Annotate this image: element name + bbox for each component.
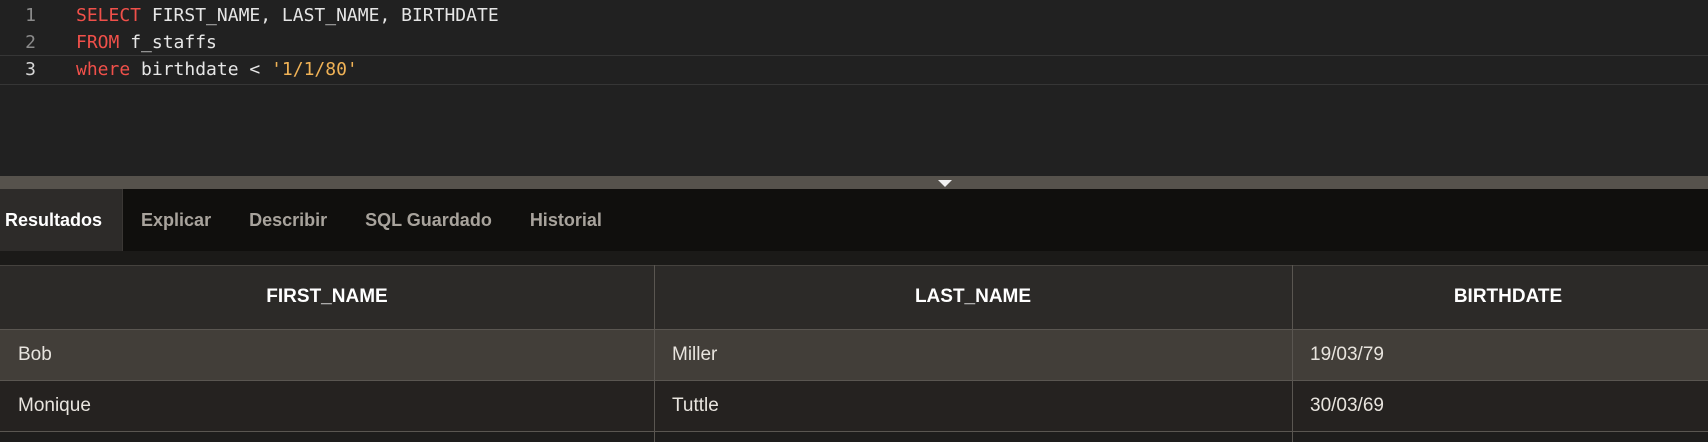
tab-historial[interactable]: Historial: [511, 189, 621, 251]
keyword-token: SELECT: [76, 5, 142, 26]
results-table: FIRST_NAME LAST_NAME BIRTHDATE Bob Mille…: [0, 265, 1708, 442]
table-cell[interactable]: Tuttle: [654, 381, 1292, 431]
tab-explicar[interactable]: Explicar: [123, 189, 230, 251]
code-token: f_staffs: [119, 32, 217, 53]
code-line-3[interactable]: 3 where birthdate < '1/1/80': [0, 55, 1708, 85]
table-cell[interactable]: 30/03/69: [1292, 381, 1708, 431]
table-row[interactable]: Bob Miller 19/03/79: [0, 329, 1708, 380]
column-divider[interactable]: [654, 265, 655, 442]
tab-sql-guardado[interactable]: SQL Guardado: [346, 189, 511, 251]
table-row[interactable]: Monique Tuttle 30/03/69: [0, 380, 1708, 432]
keyword-token: where: [76, 59, 131, 80]
code-token: birthdate <: [130, 59, 272, 80]
tab-resultados[interactable]: Resultados: [0, 189, 124, 251]
string-token: '1/1/80': [271, 59, 358, 80]
column-header-first-name[interactable]: FIRST_NAME: [0, 266, 654, 330]
keyword-token: FROM: [76, 32, 120, 53]
code-line-1[interactable]: 1 SELECT FIRST_NAME, LAST_NAME, BIRTHDAT…: [0, 1, 1708, 30]
line-number: 1: [25, 5, 36, 26]
code-text[interactable]: FROM f_staffs: [76, 28, 217, 57]
table-cell[interactable]: Monique: [0, 381, 654, 431]
collapse-down-icon[interactable]: [938, 180, 952, 187]
column-header-last-name[interactable]: LAST_NAME: [654, 266, 1292, 330]
results-spacer: [0, 251, 1708, 265]
table-header: FIRST_NAME LAST_NAME BIRTHDATE: [0, 265, 1708, 329]
code-token: FIRST_NAME, LAST_NAME, BIRTHDATE: [141, 5, 499, 26]
pane-splitter[interactable]: [0, 176, 1708, 189]
tab-describir[interactable]: Describir: [230, 189, 346, 251]
line-number: 2: [25, 32, 36, 53]
line-number: 3: [25, 59, 36, 80]
code-line-2[interactable]: 2 FROM f_staffs: [0, 28, 1708, 57]
sql-editor[interactable]: 1 SELECT FIRST_NAME, LAST_NAME, BIRTHDAT…: [0, 0, 1708, 176]
table-cell[interactable]: Miller: [654, 330, 1292, 380]
column-header-birthdate[interactable]: BIRTHDATE: [1292, 266, 1708, 330]
column-divider[interactable]: [1292, 265, 1293, 442]
table-cell[interactable]: Bob: [0, 330, 654, 380]
table-cell[interactable]: 19/03/79: [1292, 330, 1708, 380]
sql-workshop: 1 SELECT FIRST_NAME, LAST_NAME, BIRTHDAT…: [0, 0, 1708, 442]
code-text[interactable]: SELECT FIRST_NAME, LAST_NAME, BIRTHDATE: [76, 1, 499, 30]
code-text[interactable]: where birthdate < '1/1/80': [76, 56, 358, 84]
results-tabs: Resultados Explicar Describir SQL Guarda…: [0, 189, 1708, 251]
